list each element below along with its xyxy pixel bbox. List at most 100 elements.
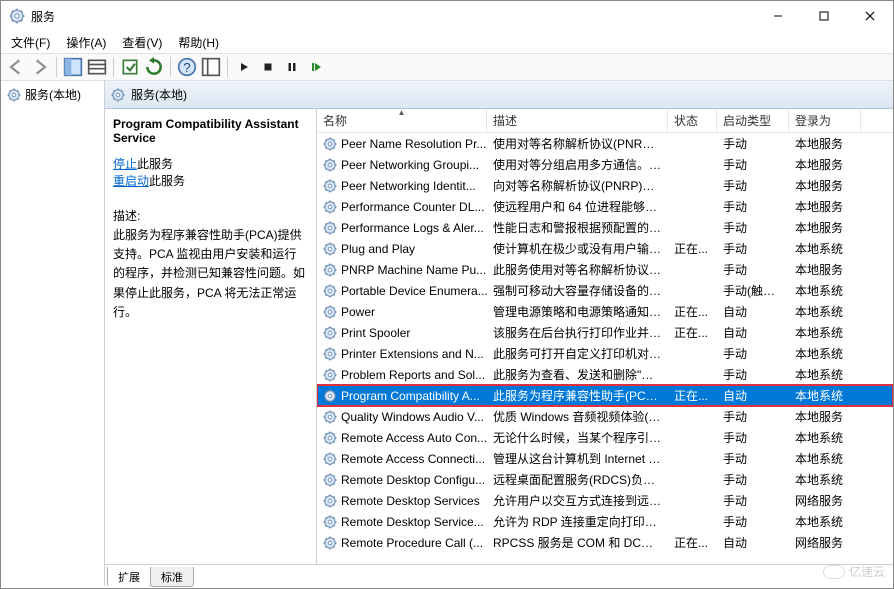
service-list: 名称▲ 描述 状态 启动类型 登录为 Peer Name Resolution …	[317, 109, 893, 564]
service-name: PNRP Machine Name Pu...	[341, 263, 486, 277]
service-row[interactable]: Remote Procedure Call (...RPCSS 服务是 COM …	[317, 532, 893, 553]
service-start: 手动	[717, 156, 789, 173]
col-logon[interactable]: 登录为	[789, 109, 861, 132]
service-start: 手动	[717, 261, 789, 278]
content-header: 服务(本地)	[105, 81, 893, 109]
menu-help[interactable]: 帮助(H)	[172, 32, 225, 53]
service-row[interactable]: Peer Networking Identit...向对等名称解析协议(PNRP…	[317, 175, 893, 196]
service-row[interactable]: Plug and Play使计算机在极少或没有用户输入...正在...手动本地系…	[317, 238, 893, 259]
service-row[interactable]: Peer Networking Groupi...使用对等分组启用多方通信。如.…	[317, 154, 893, 175]
service-name: Program Compatibility A...	[341, 389, 480, 403]
service-row[interactable]: Remote Desktop Service...允许为 RDP 连接重定向打印…	[317, 511, 893, 532]
properties-button[interactable]	[86, 56, 108, 78]
menu-view[interactable]: 查看(V)	[116, 32, 168, 53]
gear-icon	[323, 473, 337, 487]
tab-standard[interactable]: 标准	[150, 567, 194, 587]
service-name: Performance Counter DL...	[341, 200, 484, 214]
service-desc: 使用对等名称解析协议(PNRP)在...	[487, 135, 668, 152]
restart-link[interactable]: 重启动	[113, 174, 149, 188]
service-start: 自动	[717, 387, 789, 404]
gear-icon	[323, 263, 337, 277]
maximize-button[interactable]	[801, 1, 847, 31]
gear-icon	[323, 221, 337, 235]
service-logon: 本地系统	[789, 366, 861, 383]
service-desc: 无论什么时候，当某个程序引用...	[487, 429, 668, 446]
service-row[interactable]: Printer Extensions and N...此服务可打开自定义打印机对…	[317, 343, 893, 364]
back-button[interactable]	[5, 56, 27, 78]
forward-button[interactable]	[29, 56, 51, 78]
gear-icon	[7, 88, 21, 102]
col-start[interactable]: 启动类型	[717, 109, 789, 132]
service-name: Print Spooler	[341, 326, 410, 340]
stop-link[interactable]: 停止	[113, 157, 137, 171]
restart-service-button[interactable]	[305, 56, 327, 78]
service-name: Portable Device Enumera...	[341, 284, 487, 298]
tab-extended[interactable]: 扩展	[107, 567, 151, 587]
service-row[interactable]: Remote Desktop Services允许用户以交互方式连接到远程...…	[317, 490, 893, 511]
service-name: Peer Name Resolution Pr...	[341, 137, 486, 151]
service-start: 手动	[717, 450, 789, 467]
gear-icon	[323, 137, 337, 151]
service-logon: 本地系统	[789, 429, 861, 446]
show-hide-tree-button[interactable]	[62, 56, 84, 78]
refresh-button[interactable]	[143, 56, 165, 78]
export-button[interactable]	[119, 56, 141, 78]
cloud-icon	[823, 565, 845, 579]
stop-service-button[interactable]	[257, 56, 279, 78]
restart-line: 重启动此服务	[113, 172, 308, 189]
menu-action[interactable]: 操作(A)	[60, 32, 112, 53]
service-row[interactable]: Remote Access Auto Con...无论什么时候，当某个程序引用.…	[317, 427, 893, 448]
service-desc: 此服务使用对等名称解析协议发...	[487, 261, 668, 278]
help-button[interactable]: ?	[176, 56, 198, 78]
service-logon: 本地服务	[789, 135, 861, 152]
gear-icon	[323, 242, 337, 256]
service-logon: 本地系统	[789, 450, 861, 467]
service-start: 手动	[717, 135, 789, 152]
start-service-button[interactable]	[233, 56, 255, 78]
gear-icon	[323, 494, 337, 508]
service-logon: 本地服务	[789, 261, 861, 278]
service-row[interactable]: Remote Desktop Configu...远程桌面配置服务(RDCS)负…	[317, 469, 893, 490]
service-row[interactable]: Performance Counter DL...使远程用户和 64 位进程能够…	[317, 196, 893, 217]
service-row[interactable]: Portable Device Enumera...强制可移动大容量存储设备的组…	[317, 280, 893, 301]
list-rows[interactable]: Peer Name Resolution Pr...使用对等名称解析协议(PNR…	[317, 133, 893, 564]
close-button[interactable]	[847, 1, 893, 31]
detail-panel: Program Compatibility Assistant Service …	[105, 109, 317, 564]
service-name: Peer Networking Identit...	[341, 179, 476, 193]
service-name: Remote Access Auto Con...	[341, 431, 487, 445]
service-row[interactable]: Remote Access Connecti...管理从这台计算机到 Inter…	[317, 448, 893, 469]
service-row[interactable]: Power管理电源策略和电源策略通知传...正在...自动本地系统	[317, 301, 893, 322]
gear-icon	[323, 368, 337, 382]
menu-file[interactable]: 文件(F)	[5, 32, 56, 53]
service-logon: 本地系统	[789, 513, 861, 530]
pause-service-button[interactable]	[281, 56, 303, 78]
service-start: 自动	[717, 324, 789, 341]
gear-icon	[323, 452, 337, 466]
service-row[interactable]: Program Compatibility A...此服务为程序兼容性助手(PC…	[317, 385, 893, 406]
gear-icon	[323, 410, 337, 424]
service-row[interactable]: Quality Windows Audio V...优质 Windows 音频视…	[317, 406, 893, 427]
tree-root-services[interactable]: 服务(本地)	[3, 85, 102, 104]
service-start: 手动	[717, 513, 789, 530]
service-desc: 远程桌面配置服务(RDCS)负责需...	[487, 471, 668, 488]
service-logon: 本地系统	[789, 240, 861, 257]
service-start: 手动	[717, 240, 789, 257]
minimize-button[interactable]	[755, 1, 801, 31]
service-desc: 使远程用户和 64 位进程能够查...	[487, 198, 668, 215]
service-name: Power	[341, 305, 375, 319]
service-row[interactable]: Print Spooler该服务在后台执行打印作业并处...正在...自动本地系…	[317, 322, 893, 343]
gear-icon	[323, 305, 337, 319]
gear-icon	[323, 431, 337, 445]
service-start: 自动	[717, 303, 789, 320]
service-row[interactable]: Peer Name Resolution Pr...使用对等名称解析协议(PNR…	[317, 133, 893, 154]
view-mode-button[interactable]	[200, 56, 222, 78]
col-status[interactable]: 状态	[668, 109, 717, 132]
service-row[interactable]: Performance Logs & Aler...性能日志和警报根据预配置的计…	[317, 217, 893, 238]
service-row[interactable]: PNRP Machine Name Pu...此服务使用对等名称解析协议发...…	[317, 259, 893, 280]
col-desc[interactable]: 描述	[487, 109, 668, 132]
service-row[interactable]: Problem Reports and Sol...此服务为查看、发送和删除"问…	[317, 364, 893, 385]
col-name[interactable]: 名称▲	[317, 109, 487, 132]
stop-line: 停止此服务	[113, 155, 308, 172]
gear-icon	[323, 200, 337, 214]
service-logon: 本地系统	[789, 345, 861, 362]
